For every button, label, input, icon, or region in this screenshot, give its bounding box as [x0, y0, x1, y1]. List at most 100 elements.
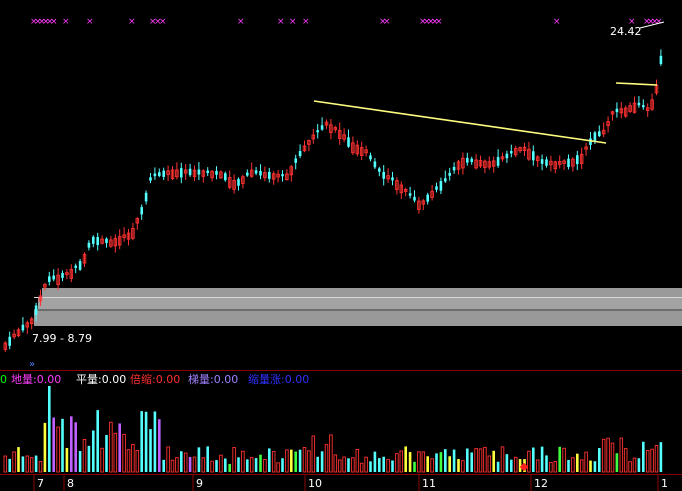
volume-bar: [615, 453, 619, 472]
volume-bar: [329, 434, 333, 473]
volume-bar: [254, 458, 258, 472]
candle-down: [52, 275, 55, 280]
candle-down: [470, 158, 473, 162]
volume-bar: [175, 457, 179, 473]
volume-bar: [637, 458, 641, 472]
volume-bar: [466, 448, 469, 472]
indicator-suoliangzhang-value: 0.00: [285, 373, 310, 386]
volume-bar: [294, 451, 297, 472]
volume-bar: [576, 453, 579, 472]
signal-markers: ×××××× × × × ××× × × × × ×× ××××× × × ××××: [30, 17, 663, 27]
volume-bar: [628, 461, 632, 473]
expand-icon[interactable]: »: [29, 359, 35, 370]
candle-down: [197, 169, 201, 175]
signal-marker-icon: ×: [289, 17, 297, 27]
candle-down: [642, 105, 645, 108]
volume-bar: [206, 446, 209, 472]
signal-marker-icon: ×: [128, 17, 136, 27]
volume-bar: [307, 450, 311, 473]
indicator-dimian-value: 0.00: [37, 373, 62, 386]
volume-bar: [82, 438, 87, 473]
volume-bar: [78, 451, 82, 472]
volume-bar: [316, 456, 319, 472]
signal-marker-icon: ×: [383, 17, 391, 27]
volume-bar: [17, 447, 20, 472]
candle-down: [61, 273, 64, 278]
chart-canvas[interactable]: ×××××× × × × ××× × × × × ×× ××××× × × ×××× 24.42 7.99…: [0, 0, 682, 491]
candle-down: [162, 170, 165, 177]
volume-bar: [474, 448, 478, 473]
volume-bar: [153, 411, 157, 472]
candle-down: [48, 276, 51, 282]
volume-bar: [118, 423, 121, 472]
volume-bar: [598, 448, 601, 472]
volume-bar: [333, 454, 338, 473]
trendline-main: [313, 100, 607, 144]
candle-down: [378, 168, 381, 172]
candle-down: [347, 137, 350, 147]
kline-chart-window[interactable]: × × × × × × × × × × × × × × × × × × × × × × × × × × × × × 24.42 7.99…: [0, 0, 682, 491]
candle-down: [373, 161, 377, 168]
volume-bar: [188, 456, 192, 472]
volume-bar: [435, 453, 438, 472]
volume-bar: [619, 437, 624, 473]
indicator-beisuo-label: 倍缩:: [130, 372, 156, 386]
candle-down: [444, 178, 447, 182]
volume-bar: [601, 438, 606, 473]
volume-bar: [386, 459, 390, 473]
volume-bar: [311, 435, 316, 473]
candle-down: [294, 158, 297, 163]
volume-bar: [589, 460, 592, 472]
time-axis-label: 9: [196, 477, 203, 490]
volume-bar: [430, 458, 434, 473]
candle-down: [149, 177, 152, 181]
volume-bar: [654, 445, 659, 473]
candle-down: [320, 125, 324, 130]
candle-down: [540, 159, 544, 164]
indicator-header: 0 地量:0.00 平量:0.00 倍缩:0.00 梯量:0.00 缩量涨:0.…: [0, 372, 309, 386]
candle-down: [21, 324, 25, 331]
volume-bar: [645, 450, 650, 473]
volume-bar: [382, 456, 385, 472]
time-axis-label: 7: [37, 477, 44, 490]
signal-marker-icon: ×: [237, 17, 245, 27]
time-axis-label: 11: [422, 477, 436, 490]
volume-bar: [470, 452, 473, 472]
indicator-tiliang-label: 梯量:: [188, 373, 214, 386]
volume-band: [38, 298, 682, 309]
candle-down: [206, 170, 209, 174]
volume-bar: [219, 454, 223, 473]
volume-series: [3, 386, 663, 473]
candle-down: [105, 238, 108, 244]
volume-bar: [29, 457, 34, 473]
volume-bar: [571, 457, 575, 473]
signal-marker-icon: ×: [655, 17, 663, 27]
volume-bar: [74, 422, 77, 472]
volume-bar: [232, 447, 236, 473]
volume-bar: [421, 451, 426, 473]
volume-bar: [228, 463, 231, 472]
indicator-tiliang-value: 0.00: [214, 373, 239, 386]
candle-down: [576, 155, 579, 165]
volume-bar: [342, 456, 346, 473]
volume-bar: [492, 450, 495, 472]
candle-down: [87, 242, 91, 248]
volume-bar: [34, 455, 38, 472]
volume-bar: [25, 455, 30, 473]
time-axis-label: 1: [661, 477, 668, 490]
volume-bar: [87, 445, 91, 472]
volume-bar: [417, 451, 421, 473]
time-axis-label: 8: [67, 477, 74, 490]
candle-down: [268, 171, 271, 179]
volume-bar: [144, 411, 148, 472]
volume-bar: [241, 450, 245, 473]
volume-bar: [290, 449, 293, 472]
indicator-pingliang-value: 0.00: [102, 373, 127, 386]
candle-down: [259, 170, 262, 176]
candle-down: [74, 265, 77, 268]
candle-down: [92, 236, 95, 244]
volume-bar: [43, 422, 47, 472]
signal-marker-icon: ×: [86, 17, 94, 27]
volume-bar: [281, 458, 284, 472]
candle-down: [237, 178, 240, 186]
